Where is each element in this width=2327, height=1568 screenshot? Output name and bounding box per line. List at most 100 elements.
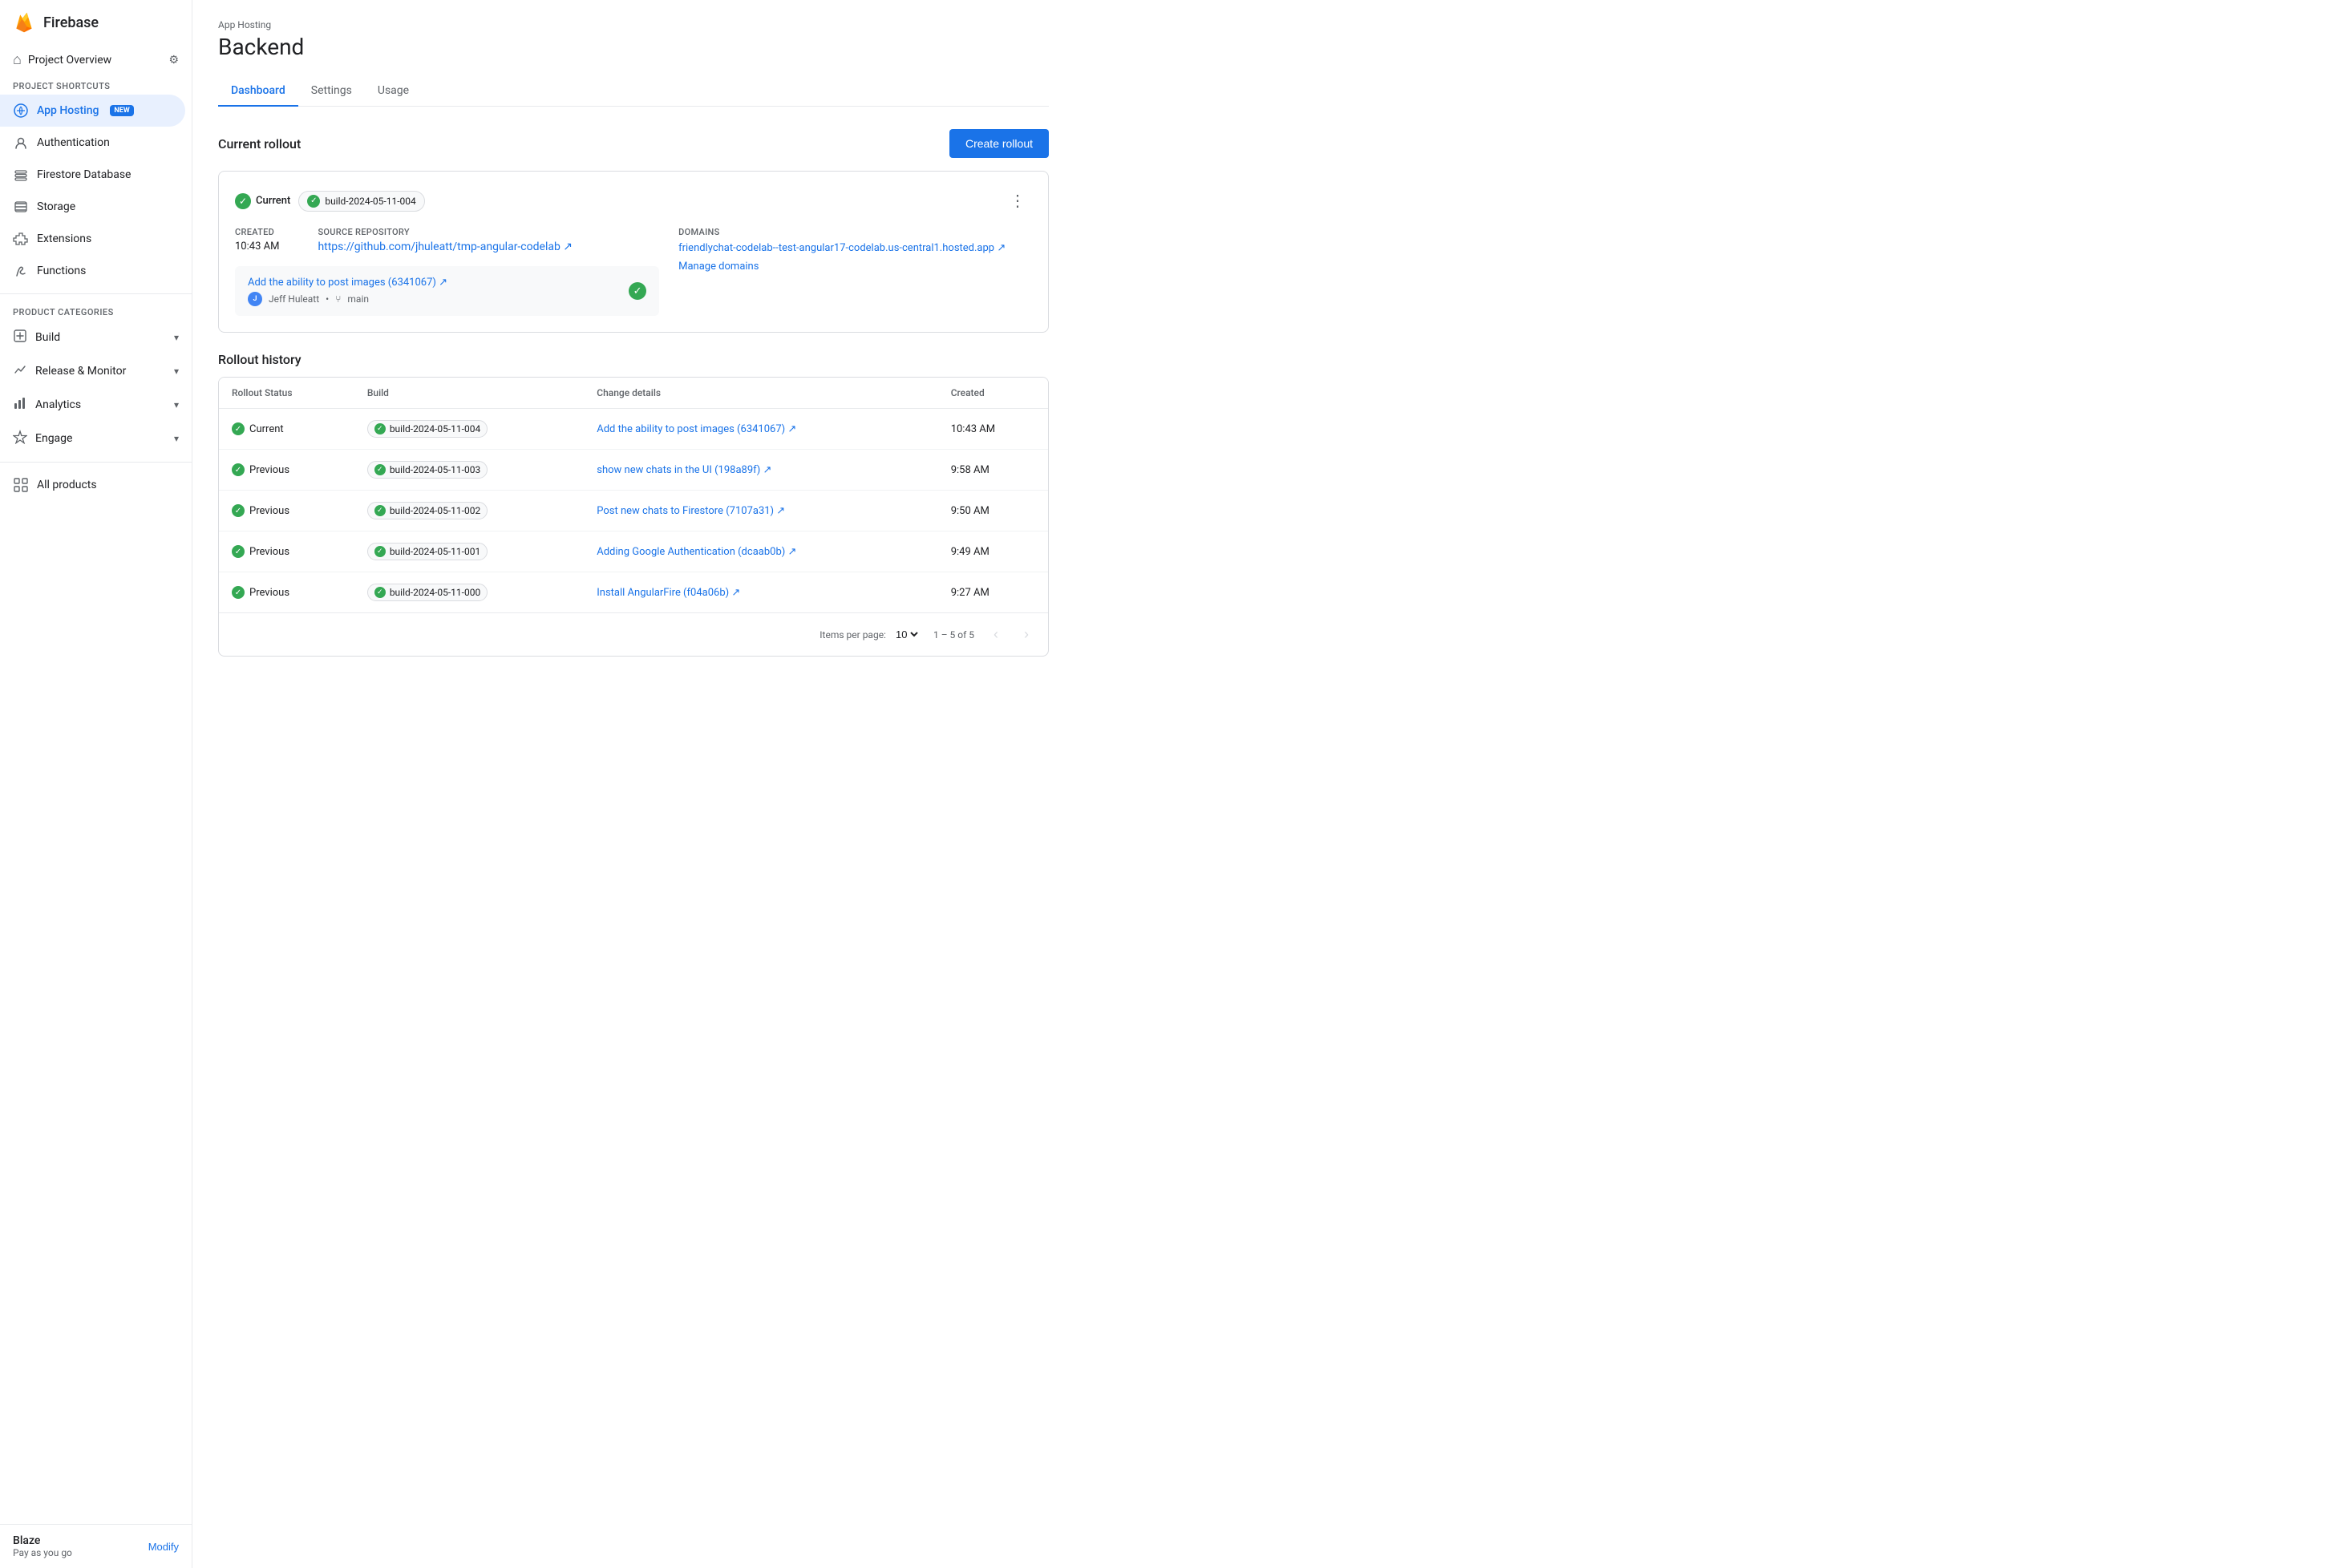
project-overview-item[interactable]: ⌂ Project Overview ⚙	[0, 45, 192, 75]
change-link-3[interactable]: Adding Google Authentication (dcaab0b) ↗	[597, 546, 796, 558]
app-hosting-icon	[13, 103, 29, 119]
created-value: 10:43 AM	[235, 240, 279, 253]
domain-link[interactable]: friendlychat-codelab--test-angular17-cod…	[678, 242, 1032, 254]
build-chip-0: ✓ build-2024-05-11-004	[367, 420, 488, 438]
sidebar-category-build[interactable]: Build ▾	[0, 321, 192, 354]
firestore-icon	[13, 167, 29, 183]
all-products-label: All products	[37, 479, 97, 491]
build-check-icon: ✓	[374, 587, 386, 598]
build-check-icon: ✓	[374, 464, 386, 475]
current-rollout-title: Current rollout	[218, 136, 301, 152]
cell-status-4: ✓ Previous	[219, 572, 354, 613]
create-rollout-button[interactable]: Create rollout	[949, 129, 1049, 158]
blaze-info: Blaze Pay as you go	[13, 1534, 72, 1558]
breadcrumb: App Hosting	[218, 19, 1049, 30]
extensions-label: Extensions	[37, 232, 91, 245]
status-check-icon: ✓	[232, 504, 245, 517]
commit-author: Jeff Huleatt	[269, 293, 319, 305]
functions-label: Functions	[37, 265, 86, 277]
card-body: Created 10:43 AM Source repository https…	[235, 227, 1032, 316]
sidebar-item-storage[interactable]: Storage	[0, 191, 185, 223]
build-check-icon: ✓	[374, 423, 386, 434]
commit-branch: main	[347, 293, 369, 305]
sidebar-footer: Blaze Pay as you go Modify	[0, 1524, 192, 1568]
plan-name: Blaze	[13, 1534, 72, 1547]
status-text: Current	[249, 423, 284, 435]
change-link-0[interactable]: Add the ability to post images (6341067)…	[597, 423, 796, 435]
sidebar-item-functions[interactable]: Functions	[0, 255, 185, 287]
created-group: Created 10:43 AM	[235, 227, 279, 253]
commit-check-icon: ✓	[629, 282, 646, 300]
analytics-icon	[13, 396, 27, 414]
rollout-history-table-container: Rollout Status Build Change details Crea…	[218, 377, 1049, 657]
build-chip-3: ✓ build-2024-05-11-001	[367, 543, 488, 560]
grid-icon	[13, 477, 29, 493]
cell-build-0: ✓ build-2024-05-11-004	[354, 409, 584, 450]
build-check-icon: ✓	[374, 546, 386, 557]
build-chevron-icon: ▾	[174, 332, 179, 343]
engage-icon	[13, 430, 27, 447]
analytics-chevron-icon: ▾	[174, 399, 179, 410]
change-link-2[interactable]: Post new chats to Firestore (7107a31) ↗	[597, 505, 785, 517]
settings-icon[interactable]: ⚙	[168, 54, 179, 67]
card-top-row: ✓ Current ✓ build-2024-05-11-004 ⋮	[235, 188, 1032, 214]
source-repo-link[interactable]: https://github.com/jhuleatt/tmp-angular-…	[318, 240, 573, 253]
sidebar-category-analytics[interactable]: Analytics ▾	[0, 388, 192, 422]
sidebar-item-app-hosting[interactable]: App Hosting NEW	[0, 95, 185, 127]
engage-label: Engage	[35, 432, 166, 445]
tab-settings[interactable]: Settings	[298, 76, 365, 107]
sidebar-item-firestore[interactable]: Firestore Database	[0, 159, 185, 191]
sidebar-item-all-products[interactable]: All products	[0, 469, 185, 501]
build-chip-2: ✓ build-2024-05-11-002	[367, 502, 488, 519]
next-page-button[interactable]: ›	[1018, 623, 1035, 646]
rollout-history-table: Rollout Status Build Change details Crea…	[219, 378, 1048, 612]
firestore-label: Firestore Database	[37, 168, 131, 181]
tab-dashboard[interactable]: Dashboard	[218, 76, 298, 107]
change-link-1[interactable]: show new chats in the UI (198a89f) ↗	[597, 464, 771, 476]
cell-build-2: ✓ build-2024-05-11-002	[354, 491, 584, 531]
current-status-badge: ✓ Current	[235, 193, 290, 209]
cell-created-2: 9:50 AM	[938, 491, 1048, 531]
sidebar-divider-1	[0, 293, 192, 294]
change-link-4[interactable]: Install AngularFire (f04a06b) ↗	[597, 587, 740, 599]
items-per-page-select[interactable]: 10 25 50	[892, 628, 921, 641]
tab-usage[interactable]: Usage	[365, 76, 422, 107]
project-shortcuts-label: Project shortcuts	[0, 75, 192, 95]
functions-icon	[13, 263, 29, 279]
cell-status-2: ✓ Previous	[219, 491, 354, 531]
home-icon: ⌂	[13, 51, 22, 68]
tab-bar: Dashboard Settings Usage	[218, 76, 1049, 107]
dot-separator: •	[326, 293, 329, 305]
cell-change-3: Adding Google Authentication (dcaab0b) ↗	[584, 531, 937, 572]
modify-plan-button[interactable]: Modify	[148, 1541, 179, 1553]
more-options-button[interactable]: ⋮	[1003, 188, 1032, 214]
sidebar-category-engage[interactable]: Engage ▾	[0, 422, 192, 455]
build-id-text: build-2024-05-11-003	[390, 464, 480, 475]
cell-status-1: ✓ Previous	[219, 450, 354, 491]
items-per-page-label: Items per page:	[820, 629, 886, 641]
sidebar-category-release-monitor[interactable]: Release & Monitor ▾	[0, 354, 192, 388]
cell-change-2: Post new chats to Firestore (7107a31) ↗	[584, 491, 937, 531]
build-chip-4: ✓ build-2024-05-11-000	[367, 584, 488, 601]
table-footer: Items per page: 10 25 50 1 – 5 of 5 ‹ ›	[219, 612, 1048, 656]
status-text: Previous	[249, 464, 289, 476]
prev-page-button[interactable]: ‹	[987, 623, 1005, 646]
authentication-icon	[13, 135, 29, 151]
sidebar-item-extensions[interactable]: Extensions	[0, 223, 185, 255]
cell-created-4: 9:27 AM	[938, 572, 1048, 613]
cell-created-1: 9:58 AM	[938, 450, 1048, 491]
storage-label: Storage	[37, 200, 75, 213]
status-text: Previous	[249, 587, 289, 599]
status-check-icon: ✓	[232, 586, 245, 599]
cell-change-0: Add the ability to post images (6341067)…	[584, 409, 937, 450]
manage-domains-link[interactable]: Manage domains	[678, 261, 1032, 273]
table-row: ✓ Previous ✓ build-2024-05-11-001 Adding…	[219, 531, 1048, 572]
commit-info: Add the ability to post images (6341067)…	[248, 276, 619, 306]
created-label: Created	[235, 227, 279, 237]
table-row: ✓ Previous ✓ build-2024-05-11-000 Instal…	[219, 572, 1048, 613]
cell-build-4: ✓ build-2024-05-11-000	[354, 572, 584, 613]
sidebar-item-authentication[interactable]: Authentication	[0, 127, 185, 159]
commit-link[interactable]: Add the ability to post images (6341067)…	[248, 277, 447, 289]
check-circle-icon: ✓	[235, 193, 251, 209]
build-check-icon: ✓	[307, 195, 320, 208]
